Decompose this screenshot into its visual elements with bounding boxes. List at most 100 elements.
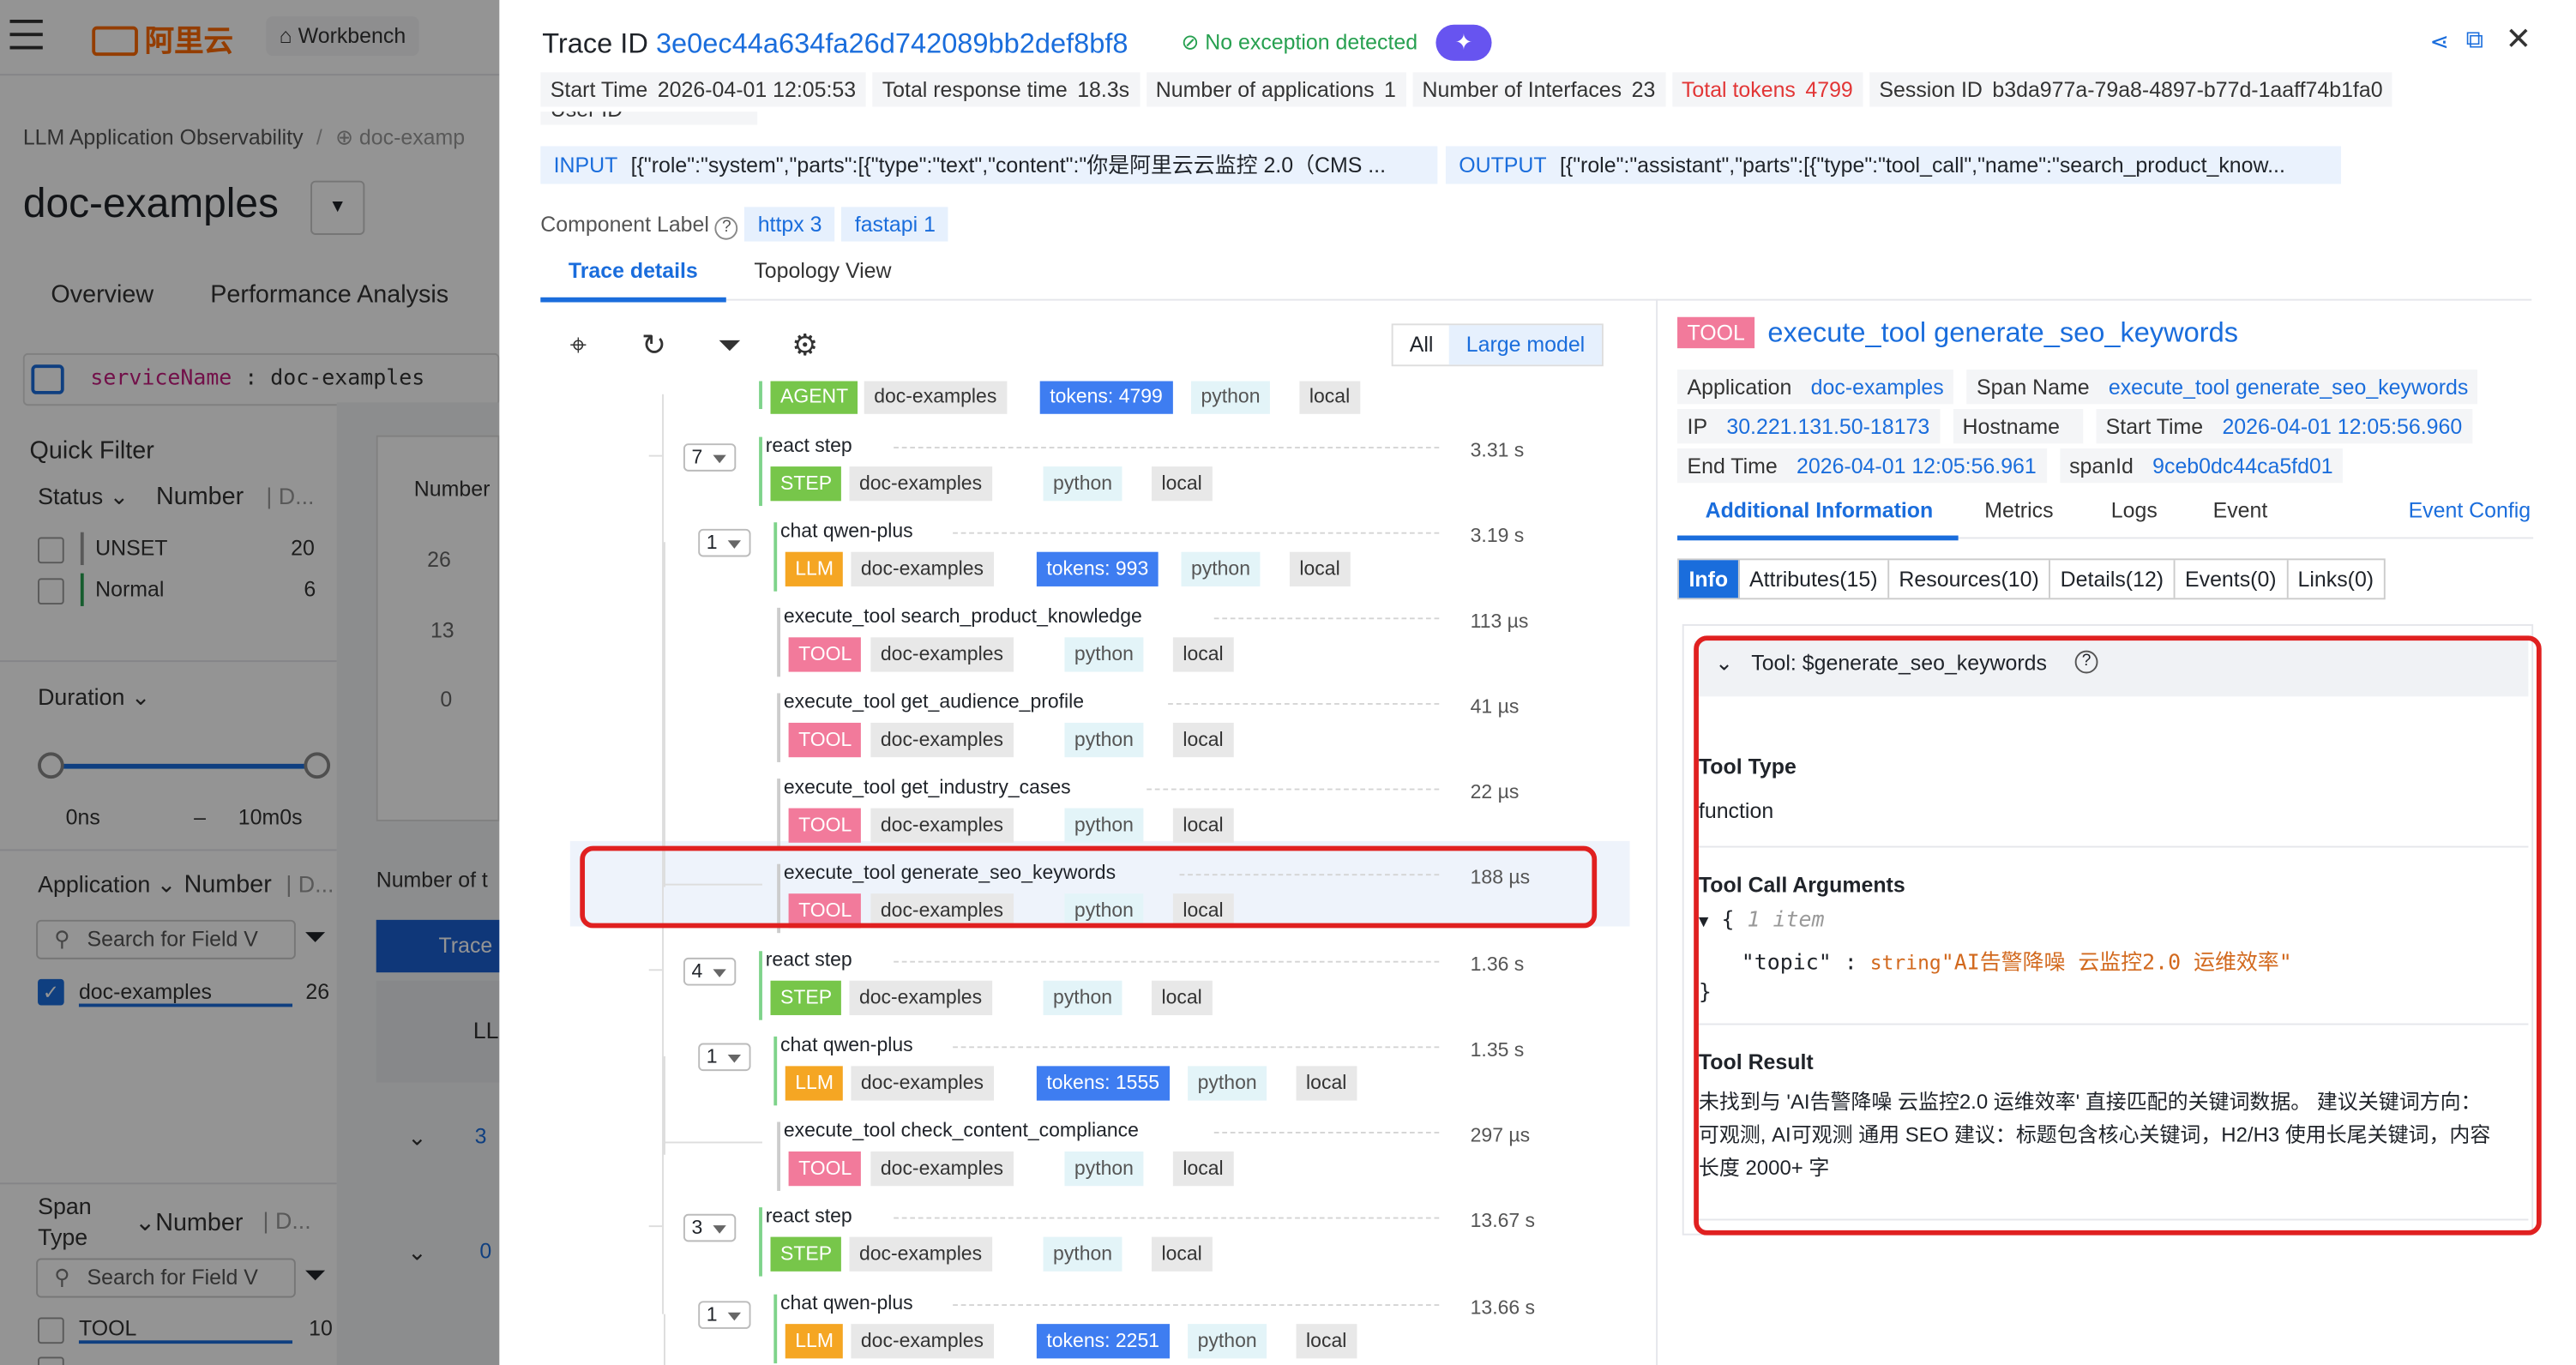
span-kind-tag: TOOL: [788, 1151, 862, 1187]
service-tag: doc-examples: [849, 1236, 992, 1272]
close-icon[interactable]: ✕: [2506, 21, 2532, 59]
child-count-toggle[interactable]: 3: [683, 1213, 737, 1242]
locate-icon[interactable]: ⌖: [560, 328, 596, 364]
tab-logs[interactable]: Logs: [2111, 497, 2158, 522]
refresh-icon[interactable]: ↻: [635, 328, 671, 364]
span-name: execute_tool get_audience_profile: [783, 689, 1085, 713]
tokens-tag: tokens: 993: [1036, 551, 1159, 586]
span-kind-tag: LLM: [785, 1324, 844, 1359]
location-tag: local: [1299, 381, 1360, 414]
span-color-bar: [777, 779, 781, 848]
label-chip[interactable]: httpx 3: [744, 207, 835, 242]
language-tag: python: [1064, 1151, 1144, 1187]
span-color-bar: [759, 436, 762, 507]
filter-icon[interactable]: ⏷: [712, 328, 748, 364]
span-color-bar: [777, 607, 781, 677]
trace-id-link[interactable]: 3e0ec44a634fa26d742089bb2def8bf8: [656, 28, 1129, 59]
service-tag: doc-examples: [849, 466, 992, 502]
service-tag: doc-examples: [849, 980, 992, 1015]
scope-all-button[interactable]: All: [1393, 325, 1450, 364]
help-icon[interactable]: ?: [714, 216, 738, 240]
tree-connector: [648, 1225, 663, 1228]
subtab-details[interactable]: Details(12): [2050, 560, 2176, 598]
span-name-value: execute_tool generate_seo_keywords: [2108, 374, 2469, 400]
location-tag: local: [1172, 1151, 1234, 1187]
tab-topology-view[interactable]: Topology View: [754, 258, 891, 283]
location-tag: local: [1289, 551, 1351, 586]
span-scope-toggle: All Large model: [1391, 323, 1604, 367]
overlay-mask[interactable]: [0, 0, 500, 1365]
child-count-toggle[interactable]: 1: [698, 1301, 751, 1329]
output-preview[interactable]: OUTPUT [{"role":"assistant","parts":[{"ty…: [1445, 146, 2342, 184]
location-tag: local: [1172, 808, 1234, 843]
span-duration: 13.67 s: [1470, 1209, 1536, 1232]
meta-item: Number of Interfaces 23: [1412, 72, 1665, 107]
application-link[interactable]: doc-examples: [1811, 375, 1944, 400]
location-tag: local: [1151, 980, 1213, 1015]
language-tag: python: [1064, 808, 1144, 843]
info-subtabs: Info Attributes(15) Resources(10) Details(1…: [1677, 558, 2386, 600]
duration-guide: [953, 532, 1440, 534]
ai-analysis-icon[interactable]: ✦: [1435, 24, 1492, 61]
subtab-attributes[interactable]: Attributes(15): [1740, 560, 1889, 598]
span-duration: 41 µs: [1470, 695, 1520, 719]
subtab-links[interactable]: Links(0): [2288, 560, 2384, 598]
trace-meta: Start Time 2026-04-01 12:05:53 Total respo…: [540, 72, 2398, 107]
span-color-bar: [773, 1036, 778, 1106]
tab-additional-information[interactable]: Additional Information: [1706, 497, 1934, 522]
span-duration: 1.35 s: [1470, 1037, 1525, 1061]
selected-span-outline: [580, 845, 1598, 929]
tab-metrics[interactable]: Metrics: [1984, 497, 2053, 522]
span-title: execute_tool generate_seo_keywords: [1767, 316, 2239, 349]
location-tag: local: [1151, 466, 1213, 502]
language-tag: python: [1190, 381, 1270, 414]
tokens-tag: tokens: 2251: [1036, 1324, 1170, 1359]
status-ok: ⊘ No exception detected: [1181, 29, 1418, 55]
child-count-toggle[interactable]: 4: [683, 957, 737, 986]
ip-value: 30.221.131.50-18173: [1726, 413, 1930, 439]
location-tag: local: [1172, 722, 1234, 758]
tree-connector: [663, 1314, 665, 1365]
scope-large-model-button[interactable]: Large model: [1449, 325, 1602, 365]
start-time-value: 2026-04-01 12:05:56.960: [2222, 413, 2463, 439]
duration-guide: [953, 1304, 1440, 1307]
share-icon[interactable]: ⋖: [2429, 28, 2448, 57]
meta-item: Start Time 2026-04-01 12:05:53: [540, 72, 866, 107]
service-tag: doc-examples: [851, 1324, 994, 1359]
span-duration: 113 µs: [1470, 609, 1529, 633]
language-tag: python: [1188, 1066, 1267, 1101]
duration-guide: [1168, 702, 1440, 705]
open-new-window-icon[interactable]: ⧉: [2466, 27, 2484, 55]
input-preview[interactable]: INPUT [{"role":"system","parts":[{"type":…: [540, 146, 1438, 184]
tab-event[interactable]: Event: [2213, 497, 2268, 522]
subtab-events[interactable]: Events(0): [2176, 560, 2289, 598]
span-name: execute_tool get_industry_cases: [783, 775, 1071, 799]
span-duration: 13.66 s: [1470, 1296, 1536, 1320]
span-name: react step: [765, 1204, 852, 1228]
span-duration: 3.31 s: [1470, 438, 1525, 462]
highlight-outline: [1694, 635, 2542, 1236]
split-divider[interactable]: [1656, 298, 1658, 1365]
span-kind-tag: LLM: [785, 1066, 844, 1101]
tokens-tag: tokens: 1555: [1036, 1066, 1170, 1101]
subtab-resources[interactable]: Resources(10): [1889, 560, 2051, 598]
span-kind-tag: AGENT: [770, 381, 858, 414]
span-id-value: 9ceb0dc44ca5fd01: [2152, 453, 2333, 478]
tree-connector: [663, 542, 665, 887]
child-count-toggle[interactable]: 7: [683, 443, 737, 472]
check-circle-icon: ⊘: [1181, 29, 1206, 55]
tab-trace-details[interactable]: Trace details: [569, 258, 698, 283]
settings-icon[interactable]: ⚙: [787, 328, 823, 364]
span-name: chat qwen-plus: [780, 1290, 913, 1314]
label-chip[interactable]: fastapi 1: [841, 207, 949, 242]
service-tag: doc-examples: [851, 551, 994, 586]
meta-item: Total tokens 4799: [1671, 72, 1863, 107]
location-tag: local: [1172, 637, 1234, 672]
span-name: execute_tool check_content_compliance: [783, 1118, 1139, 1142]
event-config-link[interactable]: Event Config: [2409, 497, 2531, 522]
child-count-toggle[interactable]: 1: [698, 528, 751, 557]
subtab-info[interactable]: Info: [1678, 560, 1740, 598]
span-kind-tag: STEP: [770, 1236, 842, 1272]
child-count-toggle[interactable]: 1: [698, 1043, 751, 1072]
tree-connector: [648, 454, 663, 457]
